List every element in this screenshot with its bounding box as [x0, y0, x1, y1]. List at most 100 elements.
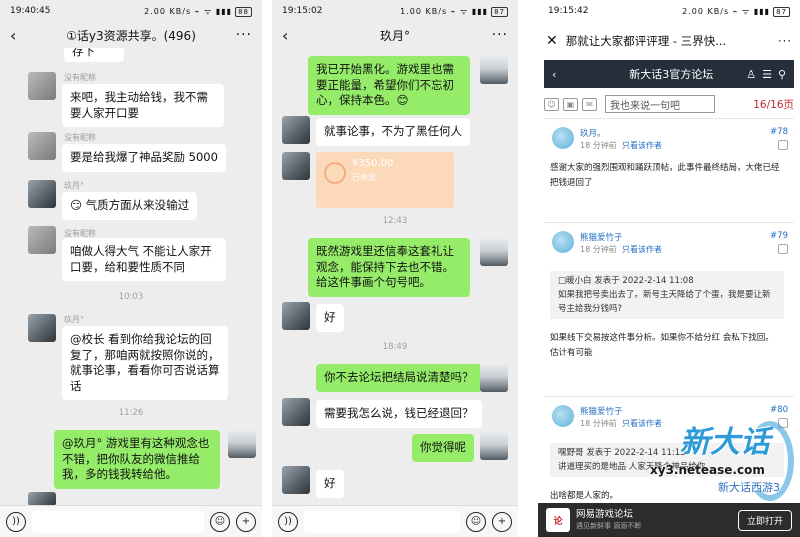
browser-header: ✕ 那就让大家都评评理 - 三界快... ··· — [538, 22, 800, 60]
message-bubble-sent[interactable]: 你觉得呢 — [412, 434, 474, 462]
image-icon[interactable]: ▣ — [563, 97, 578, 111]
avatar[interactable] — [28, 492, 56, 505]
input-bar: )) ☺ + — [272, 505, 518, 537]
more-options-icon[interactable]: ··· — [490, 27, 508, 43]
message-bubble-sent[interactable]: 你不去论坛把结局说清楚吗？ — [316, 364, 482, 392]
post-time: 18 分钟前 — [580, 141, 617, 150]
battery-icon: 87 — [491, 6, 508, 17]
emoji-icon[interactable]: ☺ — [210, 511, 230, 532]
timestamp: 18:49 — [382, 342, 408, 352]
avatar[interactable] — [282, 152, 310, 180]
reply-input[interactable]: 我也来说一句吧 — [605, 95, 715, 113]
battery-icon: 88 — [235, 6, 252, 17]
more-options-icon[interactable]: ··· — [234, 27, 252, 43]
sender-name: 没有昵称 — [64, 73, 96, 82]
forum-post: 熊猫爱竹子 18 分钟前 只看该作者 #79 □暖小白 发表于 2022-2-1… — [544, 222, 794, 396]
back-arrow-icon[interactable]: ‹ — [282, 26, 300, 45]
message-list[interactable]: 我已开始黑化。游戏里也需要正能量，希望你们不忘初心，保持本色。😊 就事论事，不为… — [272, 48, 518, 505]
quoted-reply: □暖小白 发表于 2022-2-14 11:08 如果我把号卖出去了。新号主天降… — [550, 271, 784, 319]
message-bubble[interactable]: @校长 看到你给我论坛的回复了，那咱两就按照你说的，就事论事，看看你可否说话算话 — [62, 326, 228, 400]
avatar[interactable] — [282, 398, 310, 426]
post-author[interactable]: 熊猫爱竹子 — [580, 231, 623, 243]
status-time: 19:15:02 — [282, 6, 323, 16]
close-icon[interactable]: ✕ — [546, 33, 558, 49]
chat-screen-group: 19:40:45 2.00 KB/s ⌁ ᯤ ▮▮▮ 88 ‹ ①话y3资源共享。… — [0, 0, 262, 537]
mail-icon[interactable]: ✉ — [582, 97, 597, 111]
plus-icon[interactable]: + — [236, 511, 256, 532]
transfer-amount: ¥350.00 — [352, 158, 394, 169]
chat-header: ‹ 玖月° ··· — [272, 22, 518, 48]
page-title: 那就让大家都评评理 - 三界快... — [565, 34, 727, 48]
avatar[interactable] — [28, 180, 56, 208]
banner-title: 网易游戏论坛 — [576, 509, 634, 520]
input-bar: )) ☺ + — [0, 505, 262, 537]
message-bubble[interactable]: 要是给我爆了神品奖励 5000 — [62, 144, 226, 172]
status-time: 19:40:45 — [10, 6, 51, 16]
status-icons: 2.00 KB/s ⌁ ᯤ ▮▮▮ — [682, 6, 771, 16]
avatar[interactable] — [282, 466, 310, 494]
avatar[interactable] — [28, 72, 56, 100]
avatar[interactable] — [480, 364, 508, 392]
forum-post: 熊猫爱竹子 18 分钟前 只看该作者 #80 嘿野哥 发表于 2022-2-14… — [544, 396, 794, 506]
message-bubble-sent[interactable]: @玖月° 游戏里有这种观念也不错，把你队友的微信推给我，多的钱我转给他。 — [54, 430, 220, 489]
post-author[interactable]: 玖月。 — [580, 127, 606, 139]
message-bubble[interactable]: 好 — [316, 470, 344, 498]
message-bubble[interactable]: 咱做人得大气 不能让人家开口要，给和要性质不同 — [62, 238, 226, 281]
more-options-icon[interactable]: ··· — [778, 34, 792, 48]
sender-name: 没有昵称 — [64, 133, 96, 142]
emoji-icon[interactable]: ☺ — [466, 511, 486, 532]
plus-icon[interactable]: + — [492, 511, 512, 532]
transfer-card[interactable]: ¥350.00 已收款 — [316, 152, 454, 208]
bookmark-icon[interactable] — [778, 140, 788, 150]
message-bubble[interactable]: 😏 气质方面从来没输过 — [62, 192, 198, 220]
chat-header: ‹ ①话y3资源共享。(496) ··· — [0, 22, 262, 48]
message-input[interactable] — [32, 510, 204, 533]
avatar[interactable] — [282, 116, 310, 144]
avatar[interactable] — [282, 302, 310, 330]
forum-post: 玖月。 18 分钟前 只看该作者 #78 感谢大家的强烈围观和踊跃顶帖，此事件最… — [544, 118, 794, 220]
avatar[interactable] — [552, 127, 574, 149]
avatar[interactable] — [480, 56, 508, 84]
bookmark-icon[interactable] — [778, 418, 788, 428]
avatar[interactable] — [480, 238, 508, 266]
voice-icon[interactable]: )) — [278, 511, 298, 532]
message-bubble-sent[interactable]: 既然游戏里还信奉这套礼让观念，能保持下去也不错。给这件事画个句号吧。 — [308, 238, 470, 297]
status-bar: 19:15:42 2.00 KB/s ⌁ ᯤ ▮▮▮ 87 — [538, 0, 800, 22]
message-input[interactable] — [304, 510, 460, 533]
message-list[interactable]: 存下 没有昵称 来吧，我主动给钱，我不需要人家开口要 没有昵称 要是给我爆了神品… — [0, 48, 262, 505]
voice-icon[interactable]: )) — [6, 511, 26, 532]
message-bubble[interactable]: 需要我怎么说，钱已经退回？ — [316, 400, 482, 428]
post-time: 18 分钟前 — [580, 245, 617, 254]
open-app-button[interactable]: 立即打开 — [737, 509, 792, 531]
avatar[interactable] — [28, 314, 56, 342]
post-number: #80 — [770, 405, 788, 415]
back-arrow-icon[interactable]: ‹ — [10, 26, 28, 45]
avatar[interactable] — [28, 132, 56, 160]
avatar[interactable] — [480, 432, 508, 460]
sender-name: 玖月° — [64, 315, 84, 324]
search-icon[interactable]: ⚲ — [778, 68, 786, 81]
bookmark-icon[interactable] — [778, 244, 788, 254]
forum-screen: 19:15:42 2.00 KB/s ⌁ ᯤ ▮▮▮ 87 ✕ 那就让大家都评评理… — [538, 0, 800, 537]
message-bubble[interactable]: 来吧，我主动给钱，我不需要人家开口要 — [62, 84, 224, 127]
avatar[interactable] — [28, 226, 56, 254]
author-only-link[interactable]: 只看该作者 — [622, 244, 662, 255]
avatar[interactable] — [552, 231, 574, 253]
avatar[interactable] — [228, 430, 256, 458]
menu-icon[interactable]: ☰ — [762, 68, 772, 81]
author-only-link[interactable]: 只看该作者 — [622, 140, 662, 151]
user-icon[interactable]: ♙ — [746, 68, 756, 81]
author-only-link[interactable]: 只看该作者 — [622, 418, 662, 429]
message-bubble[interactable]: 好 — [316, 304, 344, 332]
battery-icon: 87 — [773, 6, 790, 17]
post-number: #78 — [770, 127, 788, 137]
message-bubble-fragment: 存下 — [64, 48, 124, 62]
chat-screen-private: 19:15:02 1.00 KB/s ⌁ ᯤ ▮▮▮ 87 ‹ 玖月° ··· 我… — [272, 0, 518, 537]
post-author[interactable]: 熊猫爱竹子 — [580, 405, 623, 417]
emoji-icon[interactable]: ☺ — [544, 97, 559, 111]
page-indicator[interactable]: 16/16页 — [753, 97, 794, 112]
message-bubble[interactable]: 就事论事，不为了黑任何人 — [316, 118, 470, 146]
avatar[interactable] — [552, 405, 574, 427]
message-bubble-sent[interactable]: 我已开始黑化。游戏里也需要正能量，希望你们不忘初心，保持本色。😊 — [308, 56, 470, 115]
chat-title: ①话y3资源共享。(496) — [66, 28, 196, 43]
